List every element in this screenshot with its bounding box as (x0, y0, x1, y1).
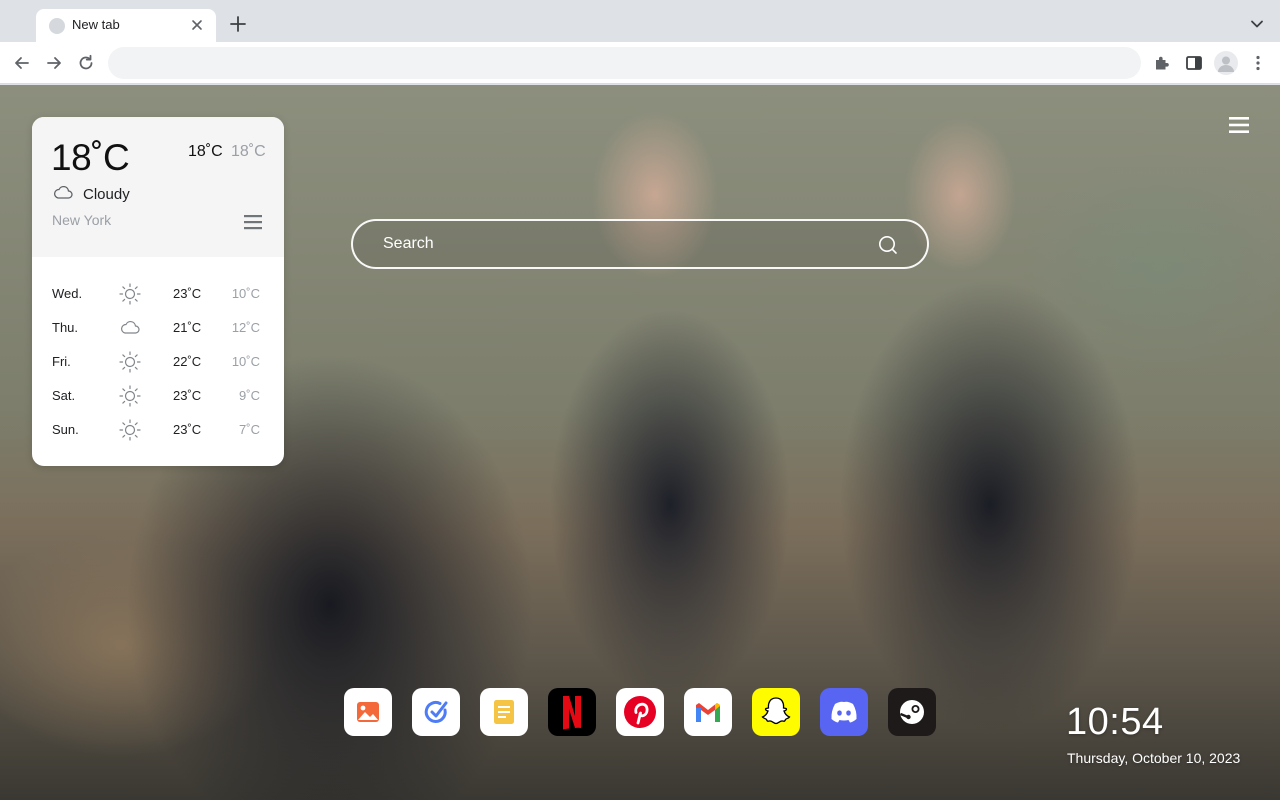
dock-photos[interactable] (344, 688, 392, 736)
cloud-icon (121, 321, 140, 334)
discord-icon (831, 701, 857, 723)
forecast-day: Sun. (52, 422, 79, 437)
new-tab-page: 18˚C 18˚C 18˚C Cloudy New York Wed. 23˚C… (0, 85, 1280, 800)
clock-time: 10:54 (1066, 701, 1164, 743)
tab-title: New tab (72, 17, 120, 32)
forecast-low: 10˚C (231, 286, 260, 301)
dock-snapchat[interactable] (752, 688, 800, 736)
dock-notes[interactable] (480, 688, 528, 736)
forecast-low: 12˚C (231, 320, 260, 335)
weather-city: New York (52, 212, 112, 228)
sun-icon (119, 351, 141, 373)
weather-widget: 18˚C 18˚C 18˚C Cloudy New York Wed. 23˚C… (32, 117, 284, 466)
search-icon[interactable] (877, 234, 899, 256)
extensions-icon[interactable] (1152, 53, 1172, 73)
dock-netflix[interactable] (548, 688, 596, 736)
notes-icon (494, 700, 514, 724)
forecast-low: 9˚C (239, 388, 260, 403)
dock-pinterest[interactable] (616, 688, 664, 736)
forecast-day: Fri. (52, 354, 71, 369)
clock-date: Thursday, October 10, 2023 (1067, 750, 1241, 766)
forecast-high: 23˚C (173, 286, 202, 301)
dock-discord[interactable] (820, 688, 868, 736)
snapchat-icon (761, 697, 791, 725)
close-icon[interactable] (188, 16, 206, 34)
side-panel-icon[interactable] (1184, 53, 1204, 73)
sun-icon (119, 419, 141, 441)
forecast-high: 21˚C (173, 320, 202, 335)
today-high: 18˚C (188, 143, 223, 160)
dock-gmail[interactable] (684, 688, 732, 736)
check-circle-icon (424, 701, 448, 723)
profile-icon[interactable] (1214, 51, 1238, 75)
forecast-row: Thu. 21˚C 12˚C (32, 311, 284, 345)
forecast-day: Sat. (52, 388, 76, 403)
forecast-low: 7˚C (239, 422, 260, 437)
dock-task[interactable] (412, 688, 460, 736)
cloud-icon (53, 185, 73, 199)
search-bar (351, 219, 929, 269)
forecast-day: Thu. (52, 320, 79, 335)
today-low: 18˚C (231, 143, 266, 160)
chevron-down-icon[interactable] (1248, 15, 1266, 33)
netflix-icon (563, 696, 581, 730)
pinterest-icon (624, 696, 656, 728)
plus-icon[interactable] (228, 14, 248, 34)
forecast-high: 23˚C (173, 422, 202, 437)
weather-condition: Cloudy (83, 186, 130, 203)
photos-icon (357, 702, 379, 722)
sun-icon (119, 385, 141, 407)
more-icon[interactable] (1248, 53, 1268, 73)
back-icon[interactable] (12, 53, 32, 73)
tab-new-tab[interactable]: New tab (36, 9, 216, 42)
weather-current: 18˚C 18˚C 18˚C Cloudy New York (32, 117, 284, 257)
forecast-high: 23˚C (173, 388, 202, 403)
address-bar[interactable] (108, 47, 1141, 79)
forecast-row: Fri. 22˚C 10˚C (32, 345, 284, 379)
menu-icon[interactable] (243, 213, 263, 231)
dock-steam[interactable] (888, 688, 936, 736)
current-temperature: 18˚C (51, 137, 130, 178)
forecast-high: 22˚C (173, 354, 202, 369)
search-input[interactable] (383, 221, 863, 267)
forecast-row: Sat. 23˚C 9˚C (32, 379, 284, 413)
forecast-day: Wed. (52, 286, 83, 301)
forward-icon[interactable] (44, 53, 64, 73)
menu-icon[interactable] (1228, 115, 1250, 135)
tab-strip: New tab (0, 0, 1280, 42)
gmail-icon (696, 703, 720, 722)
reload-icon[interactable] (76, 53, 96, 73)
forecast-row: Sun. 23˚C 7˚C (32, 413, 284, 447)
globe-icon (49, 18, 65, 34)
steam-icon (900, 700, 924, 724)
forecast-row: Wed. 23˚C 10˚C (32, 277, 284, 311)
forecast-low: 10˚C (231, 354, 260, 369)
sun-icon (119, 283, 141, 305)
browser-toolbar (0, 42, 1280, 84)
